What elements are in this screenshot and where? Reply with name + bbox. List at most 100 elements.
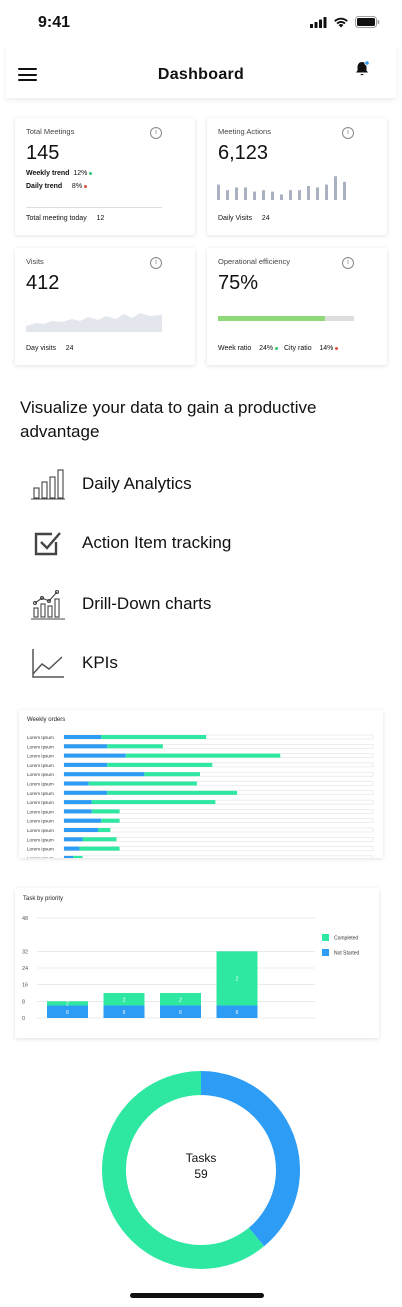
bar-segment (144, 772, 200, 777)
data-label: 2 (66, 1001, 69, 1007)
trend-down-icon (84, 184, 88, 188)
mini-bar (307, 186, 310, 200)
city-ratio-value: 14% (319, 345, 334, 352)
category-label: Lorem Ipsum (27, 763, 54, 768)
mini-area-chart (26, 313, 162, 332)
bar-segment (64, 846, 80, 851)
legend-swatch (322, 949, 329, 956)
bar-segment (91, 809, 120, 814)
weekly-orders-chart: Weekly orders Lorem Ipsum Lorem Ipsum Lore… (19, 710, 383, 858)
horizontal-bar-plot: Lorem Ipsum Lorem Ipsum Lorem Ipsum Lorem I… (27, 734, 374, 858)
bar-segment (82, 837, 117, 842)
footer-label: Total meeting today (26, 215, 87, 222)
data-label: 6 (236, 1010, 239, 1016)
data-label: 2 (123, 997, 126, 1003)
data-label: 6 (179, 1010, 182, 1016)
trend-up-icon (275, 346, 279, 350)
card-label: Visits (26, 257, 44, 266)
bar-chart-icon (31, 469, 65, 500)
visits-card[interactable]: Visits i 412 Day visits 24 (15, 248, 195, 365)
category-label: Lorem Ipsum (27, 754, 54, 759)
info-icon[interactable]: i (150, 127, 162, 139)
weekly-trend-label: Weekly trend (26, 170, 70, 177)
meeting-actions-card[interactable]: Meeting Actions i 6,123 Daily Visits 24 (207, 118, 387, 235)
notification-bell-icon[interactable] (354, 60, 370, 78)
mini-bar (280, 194, 283, 200)
category-label: Lorem Ipsum (27, 800, 54, 805)
category-label: Lorem Ipsum (27, 744, 54, 749)
feature-label: Action Item tracking (82, 533, 232, 552)
category-label: Lorem Ipsum (27, 735, 54, 740)
card-value: 75% (218, 272, 259, 294)
bar-segment (97, 828, 111, 832)
bar-segment (88, 781, 197, 786)
legend-label: Not Started (334, 951, 360, 957)
city-ratio-label: City ratio (283, 345, 312, 352)
footer-value: 12 (96, 215, 105, 222)
category-label: Lorem Ipsum (27, 772, 54, 777)
footer-value: 24 (65, 345, 74, 352)
mini-bar (316, 187, 319, 200)
footer-value: 24 (261, 215, 270, 222)
mini-bar-chart (217, 176, 346, 200)
mini-bar (271, 191, 274, 200)
info-icon[interactable]: i (150, 257, 162, 269)
operational-efficiency-card[interactable]: Operational efficiency i 75% Week ratio … (207, 248, 387, 365)
mini-bar (289, 190, 292, 200)
bar-segment (64, 753, 126, 758)
card-value: 412 (26, 272, 60, 294)
feature-item: Action Item tracking (30, 525, 350, 561)
footer-label: Day visits (26, 345, 56, 352)
info-icon[interactable]: i (342, 127, 354, 139)
bar-segment (73, 855, 83, 858)
status-icons (310, 16, 380, 28)
battery-icon (355, 16, 380, 28)
mini-bar (343, 181, 346, 200)
y-tick-label: 8 (22, 999, 25, 1005)
y-tick-label: 16 (22, 983, 28, 989)
card-label: Operational efficiency (218, 257, 290, 266)
info-icon[interactable]: i (342, 257, 354, 269)
bar-segment (107, 790, 238, 795)
weekly-trend: Weekly trend 12% (26, 170, 93, 177)
data-label: 6 (66, 1010, 69, 1016)
checkbox-icon (34, 532, 61, 556)
footer-label: Daily Visits (218, 215, 253, 222)
feature-label: Daily Analytics (82, 474, 192, 493)
category-label: Lorem Ipsum (27, 828, 54, 833)
feature-label: KPIs (82, 653, 118, 672)
mini-bar (334, 176, 337, 200)
legend-label: Completed (334, 936, 358, 942)
card-label: Total Meetings (26, 127, 75, 136)
bar-segment (64, 837, 83, 842)
total-meetings-card[interactable]: Total Meetings i 145 Weekly trend 12% Da… (15, 118, 195, 235)
bar-segment (91, 800, 216, 805)
feature-item: Drill-Down charts (30, 586, 350, 622)
bar-segment (64, 800, 92, 805)
card-footer: Daily Visits 24 (218, 215, 270, 222)
bar-segment (101, 818, 120, 823)
card-footer: Week ratio 24% City ratio 14% (218, 345, 339, 352)
y-tick-label: 48 (22, 916, 28, 922)
mini-bar (253, 191, 256, 200)
category-label: Lorem Ipsum (27, 856, 54, 858)
week-ratio-value: 24% (259, 345, 274, 352)
bar-segment (64, 781, 89, 786)
trend-down-icon (335, 346, 339, 350)
page-title: Dashboard (157, 66, 245, 83)
trend-up-icon (89, 171, 93, 175)
stacked-bar-plot: 48 32 24 16 8 0 6 2 6 2 6 2 6 2 Completed Not Started (22, 916, 360, 1022)
progress-fill (218, 316, 326, 321)
progress-track (218, 316, 354, 321)
mini-bar (235, 187, 238, 200)
category-label: Lorem Ipsum (27, 847, 54, 852)
daily-trend: Daily trend 8% (26, 183, 88, 190)
mini-bar (226, 190, 229, 200)
section-heading: Visualize your data to gain a productive… (20, 398, 317, 441)
y-tick-label: 32 (22, 949, 28, 955)
bar-segment (64, 855, 74, 858)
bar-segment (101, 735, 207, 739)
category-label: Lorem Ipsum (27, 782, 54, 787)
week-ratio-label: Week ratio (218, 345, 252, 352)
bar-segment (107, 744, 163, 749)
